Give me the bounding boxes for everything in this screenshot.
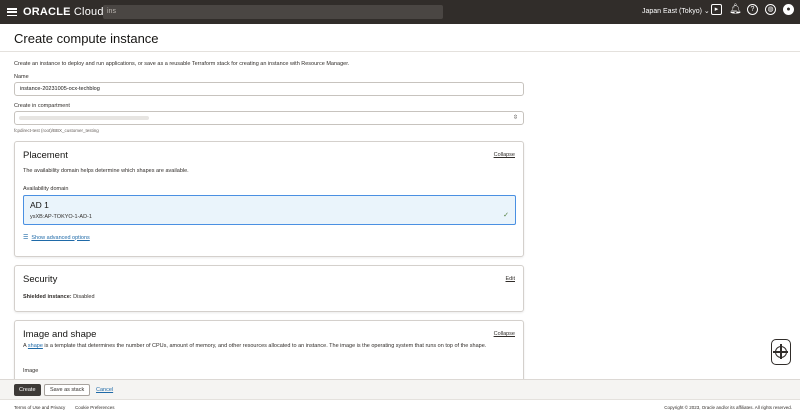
- copyright-text: Copyright © 2023, Oracle and/or its affi…: [664, 405, 792, 410]
- ad-full-name: ysXB:AP-TOKYO-1-AD-1: [30, 214, 92, 220]
- compartment-value-redacted: [19, 116, 149, 120]
- page-intro: Create an instance to deploy and run app…: [14, 61, 350, 67]
- ad-name: AD 1: [30, 200, 49, 210]
- chevron-updown-icon: ⇳: [512, 115, 518, 121]
- user-avatar-icon[interactable]: ●: [783, 4, 794, 15]
- security-title: Security: [23, 274, 58, 285]
- globe-icon[interactable]: ◍: [765, 4, 776, 15]
- availability-domain-label: Availability domain: [23, 186, 69, 192]
- footer: Terms of Use and Privacy Cookie Preferen…: [0, 399, 800, 414]
- cloud-shell-icon[interactable]: ▸: [711, 4, 722, 15]
- sliders-icon: ☰: [23, 235, 29, 241]
- create-button[interactable]: Create: [14, 384, 41, 396]
- image-label: Image: [23, 368, 39, 374]
- shielded-instance-status: Shielded instance: Disabled: [23, 294, 95, 300]
- action-bar: Create Save as stack Cancel: [0, 379, 800, 399]
- image-shape-panel: Image and shape Collapse A shape is a te…: [14, 320, 524, 382]
- bell-icon[interactable]: 🔔︎: [729, 4, 742, 15]
- cookie-preferences-link[interactable]: Cookie Preferences: [75, 405, 115, 410]
- name-input[interactable]: instance-20231005-ocx-techblog: [14, 82, 524, 96]
- placement-description: The availability domain helps determine …: [23, 168, 189, 174]
- page-title: Create compute instance: [14, 31, 159, 46]
- menu-icon[interactable]: [7, 8, 17, 16]
- shape-link[interactable]: shape: [28, 343, 43, 349]
- compartment-select[interactable]: ⇳: [14, 111, 524, 125]
- image-shape-description: A shape is a template that determines th…: [23, 343, 487, 349]
- placement-collapse-link[interactable]: Collapse: [494, 152, 515, 158]
- lifebuoy-icon: [773, 344, 788, 359]
- placement-title: Placement: [23, 150, 68, 161]
- top-bar: ORACLE Cloud ins Japan East (Tokyo) ⌄ ▸ …: [0, 0, 800, 24]
- search-input[interactable]: ins: [103, 5, 443, 19]
- chevron-down-icon: ⌄: [703, 8, 710, 15]
- compartment-path-hint: fcpdirect-test (root)/BBX_customer_testi…: [14, 128, 99, 133]
- region-selector[interactable]: Japan East (Tokyo) ⌄: [642, 7, 710, 15]
- cancel-link[interactable]: Cancel: [96, 387, 113, 393]
- floating-help-button[interactable]: [771, 339, 791, 365]
- image-shape-collapse-link[interactable]: Collapse: [494, 331, 515, 337]
- security-panel: Security Edit Shielded instance: Disable…: [14, 265, 524, 312]
- terms-link[interactable]: Terms of Use and Privacy: [14, 405, 65, 410]
- placement-panel: Placement Collapse The availability doma…: [14, 141, 524, 257]
- compartment-label: Create in compartment: [14, 103, 70, 109]
- name-label: Name: [14, 74, 29, 80]
- save-as-stack-button[interactable]: Save as stack: [44, 384, 91, 396]
- oracle-cloud-logo[interactable]: ORACLE Cloud: [23, 6, 104, 18]
- help-icon[interactable]: ?: [747, 4, 758, 15]
- show-advanced-options-link[interactable]: ☰ Show advanced options: [23, 234, 90, 242]
- check-icon: ✓: [503, 212, 509, 219]
- security-edit-link[interactable]: Edit: [506, 276, 515, 282]
- availability-domain-card[interactable]: AD 1 ysXB:AP-TOKYO-1-AD-1 ✓: [23, 195, 516, 225]
- title-divider: [0, 51, 800, 52]
- image-shape-title: Image and shape: [23, 329, 97, 340]
